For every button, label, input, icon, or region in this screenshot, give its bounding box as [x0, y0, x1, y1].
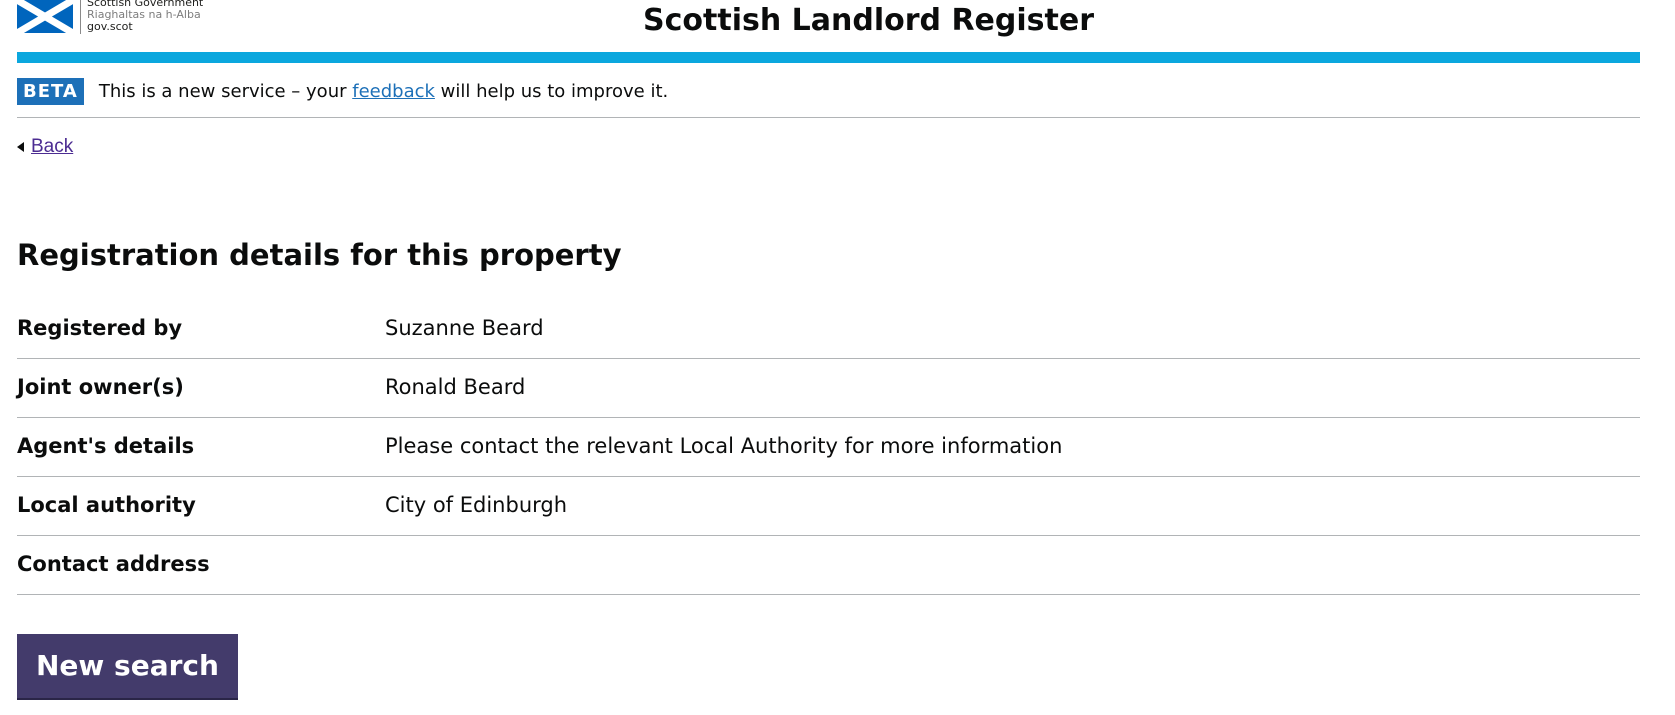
back-link[interactable]: Back	[17, 136, 73, 158]
summary-row-registered-by: Registered by Suzanne Beard	[17, 300, 1640, 359]
feedback-link[interactable]: feedback	[352, 81, 435, 102]
summary-key: Agent's details	[17, 434, 195, 458]
main-container: Scottish Government Riaghaltas na h-Alba…	[17, 0, 1640, 698]
summary-value: City of Edinburgh	[385, 493, 568, 517]
summary-key: Registered by	[17, 316, 183, 340]
summary-value: Please contact the relevant Local Author…	[385, 434, 1063, 458]
site-title[interactable]: Scottish Landlord Register	[17, 2, 1640, 40]
registration-summary-list: Registered by Suzanne Beard Joint owner(…	[17, 300, 1640, 595]
phase-banner-text-before: This is a new service – your	[98, 80, 353, 102]
site-header: Scottish Government Riaghaltas na h-Alba…	[17, 0, 1640, 52]
summary-key: Joint owner(s)	[17, 375, 184, 399]
header-accent-bar	[17, 52, 1640, 63]
phase-banner-divider	[17, 117, 1640, 118]
summary-value: Ronald Beard	[385, 375, 526, 399]
summary-key: Contact address	[17, 552, 210, 576]
summary-row-agent-details: Agent's details Please contact the relev…	[17, 418, 1640, 477]
summary-row-joint-owners: Joint owner(s) Ronald Beard	[17, 359, 1640, 418]
phase-banner: BETA This is a new service – your feedba…	[17, 77, 668, 105]
triangle-left-icon	[17, 142, 24, 152]
page: Scottish Government Riaghaltas na h-Alba…	[0, 0, 1675, 715]
phase-banner-text: This is a new service – your feedback wi…	[99, 81, 668, 102]
summary-row-contact-address: Contact address	[17, 536, 1640, 595]
page-title: Registration details for this property	[17, 238, 622, 272]
phase-banner-text-after: will help us to improve it.	[434, 80, 669, 102]
summary-value: Suzanne Beard	[385, 316, 544, 340]
new-search-button[interactable]: New search	[17, 634, 238, 698]
beta-tag: BETA	[17, 77, 84, 105]
summary-row-local-authority: Local authority City of Edinburgh	[17, 477, 1640, 536]
back-link-label: Back	[31, 136, 74, 157]
summary-key: Local authority	[17, 493, 196, 517]
